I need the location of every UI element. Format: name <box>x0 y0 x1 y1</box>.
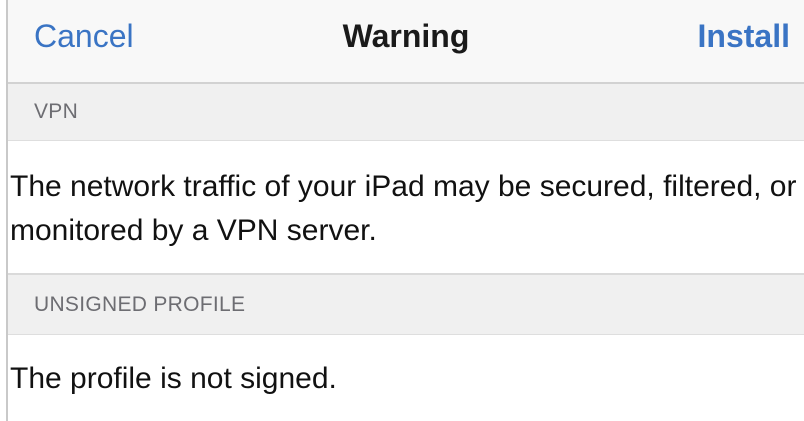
section-header-label: VPN <box>34 100 79 123</box>
vpn-warning-text: The network traffic of your iPad may be … <box>10 170 797 247</box>
section-header-vpn: VPN <box>8 84 804 141</box>
unsigned-profile-text: The profile is not signed. <box>10 362 337 395</box>
install-button[interactable]: Install <box>698 18 790 55</box>
section-body-vpn: The network traffic of your iPad may be … <box>8 141 804 275</box>
section-body-unsigned-profile: The profile is not signed. <box>8 335 804 421</box>
page-title: Warning <box>342 18 470 54</box>
navigation-bar: Cancel Warning Install <box>8 0 804 84</box>
warning-sheet: Cancel Warning Install VPN The network t… <box>0 0 804 421</box>
section-header-unsigned-profile: UNSIGNED PROFILE <box>8 275 804 335</box>
section-header-label: UNSIGNED PROFILE <box>34 293 246 316</box>
